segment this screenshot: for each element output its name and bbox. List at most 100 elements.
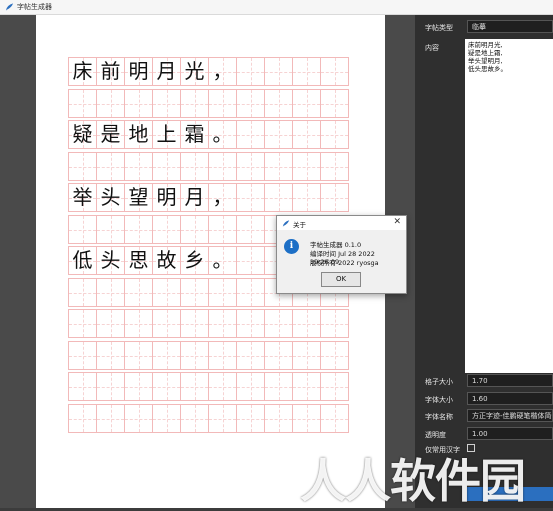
grid-cell bbox=[68, 372, 97, 401]
grid-row: 举头望明月 ， bbox=[68, 183, 352, 216]
content-label: 内容 bbox=[425, 44, 439, 52]
grid-row: 床前明月光 ， bbox=[68, 57, 352, 90]
grid-row bbox=[68, 89, 352, 122]
grid-cell bbox=[68, 404, 97, 433]
font-name-select[interactable]: 方正字迹-佳鹏硬笔楷体简体 bbox=[467, 409, 553, 422]
grid-row bbox=[68, 404, 352, 437]
content-line: 疑是地上霜, bbox=[468, 49, 503, 57]
grid-size-label: 格子大小 bbox=[425, 378, 453, 386]
grid-row: 疑是地上霜。 bbox=[68, 120, 352, 153]
grid-cell bbox=[180, 404, 209, 433]
grid-cell bbox=[96, 89, 125, 118]
content-line: 床前明月光, bbox=[468, 41, 503, 49]
grid-cell bbox=[320, 309, 349, 338]
practice-char: 思 bbox=[128, 248, 149, 272]
practice-char: 疑 bbox=[72, 122, 93, 146]
grid-cell bbox=[68, 341, 97, 370]
watermark: 人人软件园 bbox=[300, 454, 526, 508]
grid-cell bbox=[208, 404, 237, 433]
opacity-input[interactable]: 1.00 bbox=[467, 427, 553, 440]
grid-cell bbox=[124, 215, 153, 244]
copyright: 版权所有 2022 ryosga bbox=[310, 259, 379, 267]
practice-char: 低 bbox=[72, 248, 93, 272]
grid-cell bbox=[180, 89, 209, 118]
grid-cell bbox=[152, 152, 181, 181]
type-select[interactable]: 临摹 bbox=[467, 20, 553, 33]
grid-cell bbox=[180, 372, 209, 401]
window-title: 字帖生成器 bbox=[17, 3, 52, 11]
settings-panel: 字帖类型 临摹 内容 床前明月光, 疑是地上霜, 举头望明月, 低头思故乡。 格… bbox=[415, 15, 553, 508]
grid-cell bbox=[264, 309, 293, 338]
practice-char: 月 bbox=[184, 185, 205, 209]
grid-cell bbox=[236, 57, 265, 86]
grid-cell bbox=[292, 341, 321, 370]
practice-char: 上 bbox=[156, 122, 177, 146]
grid-cell bbox=[96, 278, 125, 307]
practice-char: 头 bbox=[100, 185, 121, 209]
grid-cell bbox=[236, 89, 265, 118]
font-size-label: 字体大小 bbox=[425, 396, 453, 404]
font-name-label: 字体名称 bbox=[425, 413, 453, 421]
grid-size-input[interactable]: 1.70 bbox=[467, 374, 553, 387]
grid-cell bbox=[320, 404, 349, 433]
grid-cell bbox=[236, 215, 265, 244]
left-margin bbox=[0, 15, 36, 508]
grid-cell bbox=[236, 120, 265, 149]
grid-cell bbox=[180, 152, 209, 181]
grid-cell bbox=[152, 341, 181, 370]
grid-cell bbox=[68, 89, 97, 118]
grid-cell bbox=[96, 152, 125, 181]
grid-cell bbox=[152, 278, 181, 307]
grid-cell bbox=[208, 278, 237, 307]
grid-cell bbox=[292, 372, 321, 401]
practice-char: 明 bbox=[128, 59, 149, 83]
grid-cell bbox=[124, 309, 153, 338]
grid-cell bbox=[208, 341, 237, 370]
grid-cell bbox=[236, 309, 265, 338]
grid-cell bbox=[208, 372, 237, 401]
grid-cell bbox=[236, 278, 265, 307]
grid-cell bbox=[180, 215, 209, 244]
grid-cell bbox=[124, 404, 153, 433]
grid-cell bbox=[320, 89, 349, 118]
grid-cell bbox=[124, 89, 153, 118]
grid-cell bbox=[208, 89, 237, 118]
grid-cell bbox=[152, 89, 181, 118]
practice-char: 霜 bbox=[184, 122, 205, 146]
grid-cell bbox=[264, 89, 293, 118]
grid-cell bbox=[124, 372, 153, 401]
grid-cell bbox=[264, 404, 293, 433]
grid-cell bbox=[180, 278, 209, 307]
close-icon[interactable]: ✕ bbox=[393, 217, 401, 227]
ok-button[interactable]: OK bbox=[321, 272, 361, 287]
practice-char: 明 bbox=[156, 185, 177, 209]
type-label: 字帖类型 bbox=[425, 24, 453, 32]
grid-cell bbox=[208, 309, 237, 338]
grid-cell bbox=[320, 152, 349, 181]
grid-cell bbox=[208, 215, 237, 244]
title-bar: 字帖生成器 bbox=[0, 0, 553, 15]
practice-char: 。 bbox=[212, 122, 233, 146]
practice-char: 。 bbox=[212, 248, 233, 272]
grid-row bbox=[68, 341, 352, 374]
grid-cell bbox=[68, 309, 97, 338]
grid-cell bbox=[236, 341, 265, 370]
grid-cell bbox=[96, 341, 125, 370]
grid-cell bbox=[236, 372, 265, 401]
practice-char: 故 bbox=[156, 248, 177, 272]
grid-cell bbox=[292, 57, 321, 86]
content-line: 低头思故乡。 bbox=[468, 65, 507, 73]
grid-cell bbox=[124, 341, 153, 370]
grid-cell bbox=[292, 309, 321, 338]
practice-char: 光 bbox=[184, 59, 205, 83]
grid-cell bbox=[292, 152, 321, 181]
practice-char: 举 bbox=[72, 185, 93, 209]
grid-cell bbox=[292, 183, 321, 212]
content-textarea[interactable]: 床前明月光, 疑是地上霜, 举头望明月, 低头思故乡。 bbox=[465, 39, 553, 373]
grid-cell bbox=[236, 152, 265, 181]
about-dialog: 关于 ✕ i 字帖生成器 0.1.0 编译时间 Jul 28 2022 19:2… bbox=[276, 215, 407, 294]
grid-cell bbox=[264, 341, 293, 370]
grid-cell bbox=[124, 152, 153, 181]
feather-icon bbox=[5, 3, 14, 11]
font-size-input[interactable]: 1.60 bbox=[467, 392, 553, 405]
